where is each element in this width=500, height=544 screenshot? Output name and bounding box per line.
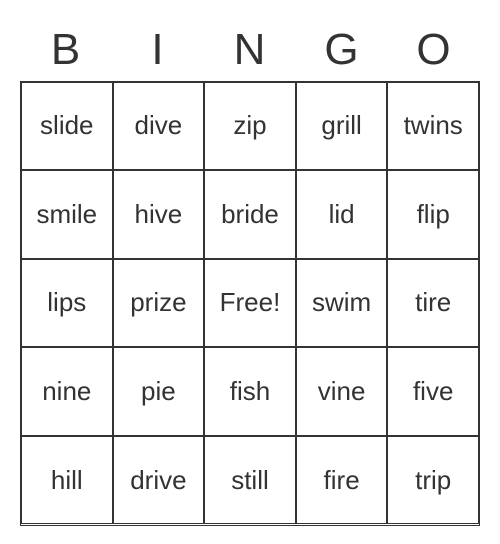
bingo-cell[interactable]: prize [113,259,205,348]
header-o: O [388,25,480,81]
header-b: B [20,25,112,81]
bingo-cell[interactable]: zip [204,82,296,171]
bingo-cell[interactable]: smile [21,170,113,259]
bingo-cell[interactable]: slide [21,82,113,171]
bingo-cell[interactable]: hive [113,170,205,259]
bingo-cell-free[interactable]: Free! [204,259,296,348]
bingo-cell[interactable]: tire [387,259,479,348]
bingo-card: B I N G O slide dive zip grill twins smi… [20,25,480,526]
bingo-cell[interactable]: fire [296,436,388,525]
bingo-cell[interactable]: flip [387,170,479,259]
bingo-cell[interactable]: nine [21,347,113,436]
header-g: G [296,25,388,81]
bingo-cell[interactable]: lid [296,170,388,259]
bingo-cell[interactable]: dive [113,82,205,171]
header-i: I [112,25,204,81]
bingo-cell[interactable]: twins [387,82,479,171]
bingo-cell[interactable]: bride [204,170,296,259]
bingo-cell[interactable]: five [387,347,479,436]
bingo-cell[interactable]: fish [204,347,296,436]
bingo-cell[interactable]: trip [387,436,479,525]
bingo-cell[interactable]: pie [113,347,205,436]
bingo-header-row: B I N G O [20,25,480,81]
bingo-cell[interactable]: still [204,436,296,525]
header-n: N [204,25,296,81]
bingo-cell[interactable]: swim [296,259,388,348]
bingo-grid: slide dive zip grill twins smile hive br… [20,81,480,526]
bingo-cell[interactable]: drive [113,436,205,525]
bingo-cell[interactable]: hill [21,436,113,525]
bingo-cell[interactable]: grill [296,82,388,171]
bingo-cell[interactable]: lips [21,259,113,348]
bingo-cell[interactable]: vine [296,347,388,436]
